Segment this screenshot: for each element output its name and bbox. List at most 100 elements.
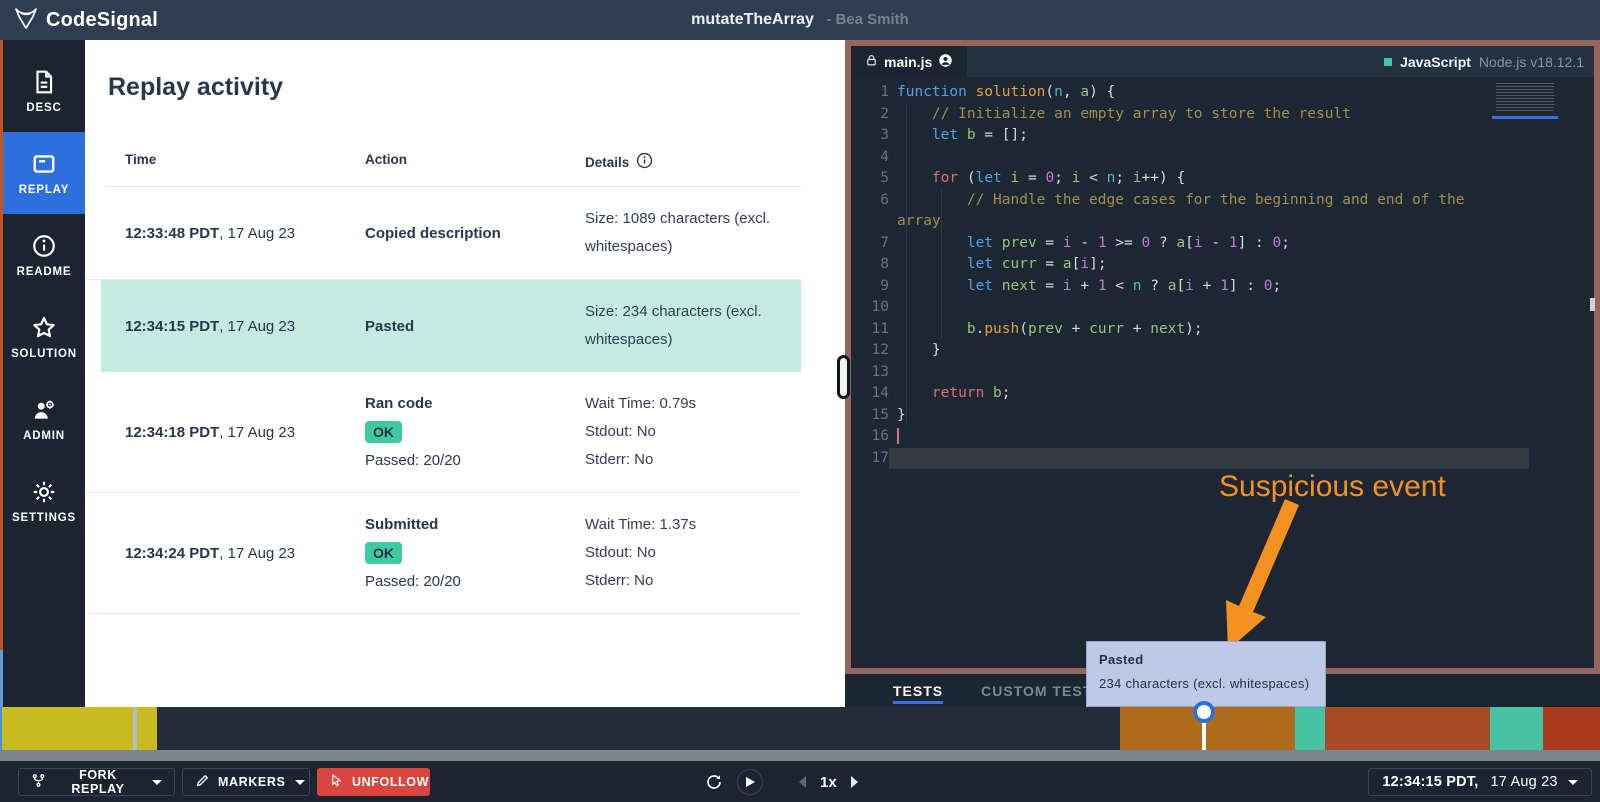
event-details: Size: 234 characters (excl. whitespaces) bbox=[585, 303, 762, 348]
code-line: 8 let curr = a[i]; bbox=[880, 256, 1107, 272]
code-line: 4 bbox=[880, 148, 889, 165]
restart-button[interactable] bbox=[705, 773, 723, 791]
column-details: Details bbox=[585, 152, 653, 172]
description-icon bbox=[31, 69, 57, 95]
unfollow-label: UNFOLLOW bbox=[352, 775, 430, 789]
table-row[interactable]: 12:34:24 PDT, 17 Aug 23 Submitted OK Passed… bbox=[85, 493, 801, 614]
tab-tests[interactable]: TESTS bbox=[893, 674, 944, 707]
player-bar: FORK REPLAY MARKERS UNFOLLOW 1x 12:34:15… bbox=[0, 761, 1600, 802]
chevron-down-icon bbox=[295, 779, 306, 785]
sidebar-item-label: DESC bbox=[26, 101, 62, 114]
runtime-version: Node.js v18.12.1 bbox=[1478, 53, 1584, 70]
admin-icon bbox=[31, 397, 57, 423]
timeline-segment[interactable] bbox=[1490, 707, 1543, 750]
chevron-down-icon bbox=[152, 779, 162, 785]
playback-controls: 1x bbox=[705, 768, 858, 796]
sidebar-item-solution[interactable]: SOLUTION bbox=[3, 296, 85, 378]
code-line: 9 let next = i + 1 < n ? a[i + 1] : 0; bbox=[880, 277, 1282, 294]
panel-resize-handle[interactable] bbox=[837, 355, 850, 399]
event-action: Submitted OK Passed: 20/20 bbox=[365, 516, 461, 590]
column-action: Action bbox=[365, 152, 407, 167]
codesignal-replay-app: CodeSignal mutateTheArray - Bea Smith DE… bbox=[0, 0, 1600, 802]
event-action: Pasted bbox=[365, 317, 415, 335]
language-indicator: JavaScript Node.js v18.12.1 bbox=[1384, 46, 1584, 77]
sidebar-item-label: README bbox=[16, 265, 72, 278]
markers-button[interactable]: MARKERS bbox=[182, 768, 310, 796]
code-line: 14 return b; bbox=[871, 385, 1011, 401]
sidebar-item-admin[interactable]: ADMIN bbox=[3, 378, 85, 460]
timestamp-selector[interactable]: 12:34:15 PDT, 17 Aug 23 bbox=[1368, 768, 1592, 796]
table-header: Time Action Details bbox=[85, 152, 801, 176]
sidebar-item-label: SETTINGS bbox=[12, 511, 76, 524]
code-line: 15} bbox=[871, 406, 906, 423]
event-time: 12:33:48 PDT, 17 Aug 23 bbox=[125, 224, 296, 242]
speed-up-button[interactable] bbox=[850, 776, 858, 788]
pencil-icon bbox=[195, 773, 210, 791]
timeline-segment[interactable] bbox=[2, 707, 133, 750]
timeline-segment[interactable] bbox=[1325, 707, 1490, 750]
code-content[interactable]: 1 function solution(n, a) {2 // Initializ… bbox=[851, 82, 1551, 469]
horizontal-scrollbar[interactable] bbox=[0, 750, 1600, 761]
status-badge: OK bbox=[365, 421, 402, 443]
sidebar-item-replay[interactable]: REPLAY bbox=[3, 132, 85, 214]
code-line: array bbox=[897, 213, 941, 229]
text-cursor bbox=[897, 428, 899, 444]
event-time: 12:34:15 PDT, 17 Aug 23 bbox=[125, 317, 296, 335]
settings-icon bbox=[31, 479, 57, 505]
left-scroll-indicator-orange[interactable] bbox=[0, 40, 3, 650]
language-color-dot bbox=[1384, 57, 1393, 66]
lock-icon bbox=[865, 54, 878, 70]
code-line: 12 } bbox=[871, 342, 941, 358]
speed-down-button[interactable] bbox=[799, 776, 806, 788]
code-line: 7 let prev = i - 1 >= 0 ? a[i - 1] : 0; bbox=[880, 234, 1290, 251]
event-tooltip: Pasted 234 characters (excl. whitespaces… bbox=[1086, 641, 1326, 707]
replay-icon bbox=[31, 151, 57, 177]
code-line: 5 for (let i = 0; i < n; i++) { bbox=[880, 170, 1186, 186]
timeline-segment[interactable] bbox=[1543, 707, 1600, 750]
playhead-knob[interactable] bbox=[1193, 701, 1215, 723]
unfollow-button[interactable]: UNFOLLOW bbox=[317, 768, 430, 796]
language-name: JavaScript bbox=[1400, 53, 1471, 70]
sidebar-item-desc[interactable]: DESC bbox=[3, 50, 85, 132]
indent-guide bbox=[941, 189, 942, 339]
replay-activity-panel: Replay activity Time Action Details 12:3… bbox=[85, 40, 845, 707]
sidebar-item-label: ADMIN bbox=[23, 429, 65, 442]
indent-guide bbox=[906, 104, 907, 424]
table-row[interactable]: 12:34:18 PDT, 17 Aug 23 Ran code OK Passed:… bbox=[85, 372, 801, 493]
tab-custom-tests[interactable]: CUSTOM TESTS bbox=[981, 674, 1102, 707]
column-time: Time bbox=[125, 152, 157, 167]
tab-main-js[interactable]: main.js bbox=[851, 46, 968, 77]
fork-icon bbox=[31, 773, 46, 791]
editor-scrollbar-thumb[interactable] bbox=[1590, 298, 1595, 311]
tooltip-body: 234 characters (excl. whitespaces) bbox=[1099, 676, 1310, 691]
tooltip-title: Pasted bbox=[1099, 652, 1144, 667]
left-scroll-indicator-blue[interactable] bbox=[0, 650, 3, 707]
timeline-segment[interactable] bbox=[1295, 707, 1325, 750]
play-button[interactable] bbox=[737, 769, 763, 795]
suspicious-event-label: Suspicious event bbox=[1219, 470, 1446, 503]
event-details: Wait Time: 0.79s Stdout: No Stderr: No bbox=[585, 395, 697, 468]
sidebar-item-settings[interactable]: SETTINGS bbox=[3, 460, 85, 542]
task-title: mutateTheArray bbox=[691, 11, 814, 28]
code-line: 3 let b = []; bbox=[880, 127, 1028, 143]
table-row[interactable]: 12:34:15 PDT, 17 Aug 23 Pasted Size: 234 c… bbox=[101, 280, 801, 372]
timestamp-time: 12:34:15 PDT, bbox=[1382, 774, 1479, 790]
code-editor-panel: main.js JavaScript Node.js v18.12.1 1 fun… bbox=[837, 40, 1600, 674]
event-action: Ran code OK Passed: 20/20 bbox=[365, 395, 461, 469]
timeline-segment[interactable] bbox=[137, 707, 157, 750]
markers-label: MARKERS bbox=[218, 775, 286, 789]
user-presence-icon bbox=[938, 53, 953, 71]
code-line: 11 b.push(prev + curr + next); bbox=[871, 320, 1203, 337]
code-line: 6 // Handle the edge cases for the begin… bbox=[880, 191, 1465, 208]
replay-timeline[interactable] bbox=[0, 707, 1600, 750]
info-icon[interactable] bbox=[636, 152, 653, 172]
sidebar-item-readme[interactable]: README bbox=[3, 214, 85, 296]
code-line: 17 bbox=[851, 447, 1551, 469]
table-row[interactable]: 12:33:48 PDT, 17 Aug 23 Copied descriptio… bbox=[85, 187, 801, 280]
fork-replay-button[interactable]: FORK REPLAY bbox=[18, 768, 175, 796]
chevron-down-icon bbox=[1567, 779, 1578, 785]
top-bar: CodeSignal mutateTheArray - Bea Smith bbox=[0, 0, 1600, 40]
editor-minimap[interactable] bbox=[1496, 83, 1554, 113]
code-line: 10 bbox=[871, 299, 889, 315]
page-title: Replay activity bbox=[108, 73, 284, 101]
